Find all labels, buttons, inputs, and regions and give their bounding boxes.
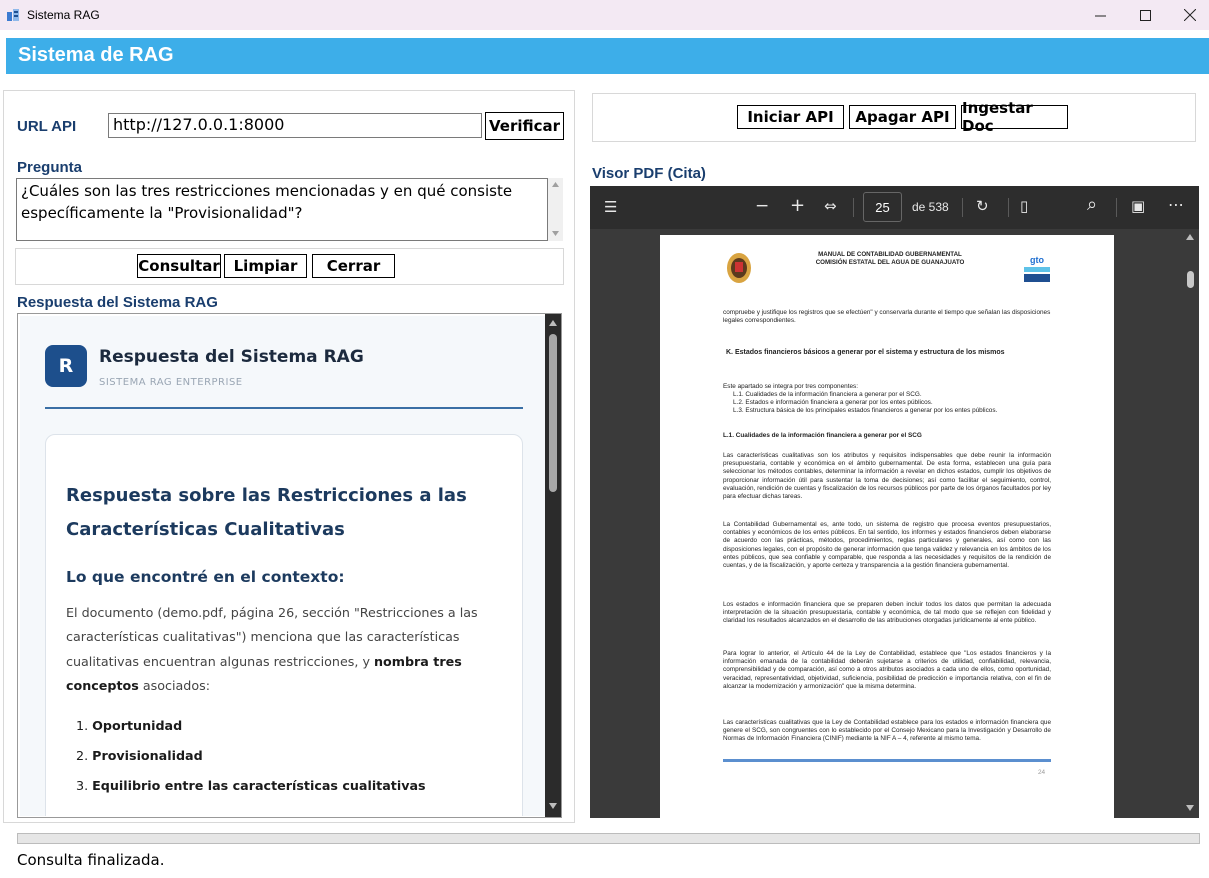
window-title: Sistema RAG <box>27 8 100 22</box>
pdf-paragraph: Los estados e información financiera que… <box>723 601 1051 625</box>
url-label: URL API <box>17 118 77 135</box>
list-item: 3. Equilibrio entre las características … <box>76 778 426 793</box>
pdf-page: MANUAL DE CONTABILIDAD GUBERNAMENTAL COM… <box>660 235 1114 820</box>
window-titlebar: Sistema RAG <box>0 0 1209 30</box>
response-viewer: R Respuesta del Sistema RAG SISTEMA RAG … <box>17 313 562 818</box>
page-number-input[interactable]: 25 <box>863 192 902 222</box>
pdf-paragraph: Las características cualitativas son los… <box>723 452 1051 501</box>
question-scrollbar[interactable] <box>548 178 563 241</box>
pdf-paragraph: La Contabilidad Gubernamental es, ante t… <box>723 521 1051 570</box>
zoom-in-icon[interactable]: + <box>790 195 805 216</box>
page-count: de 538 <box>912 200 949 214</box>
search-icon[interactable]: ⌕ <box>1087 194 1097 215</box>
pdf-scrollbar[interactable] <box>1182 229 1199 818</box>
close-icon <box>1184 9 1196 21</box>
close-window-button[interactable] <box>1167 0 1209 30</box>
minimize-icon <box>1094 15 1106 16</box>
start-api-button[interactable]: Iniciar API <box>737 105 844 129</box>
response-label: Respuesta del Sistema RAG <box>17 294 218 311</box>
answer-subheading: Lo que encontré en el contexto: <box>66 568 345 586</box>
stop-api-button[interactable]: Apagar API <box>849 105 956 129</box>
save-icon[interactable]: ▣ <box>1131 197 1145 215</box>
response-content: R Respuesta del Sistema RAG SISTEMA RAG … <box>20 316 545 816</box>
progress-bar <box>17 833 1200 844</box>
pdf-paragraph: Las características cualitativas que la … <box>723 719 1051 743</box>
pdf-section-heading: K. Estados financieros básicos a generar… <box>726 349 1005 356</box>
maximize-icon <box>1139 9 1151 21</box>
footer-rule <box>723 759 1051 762</box>
gto-logo: gto <box>1024 255 1050 289</box>
close-button[interactable]: Cerrar <box>312 254 395 278</box>
response-card: Respuesta sobre las Restricciones a las … <box>45 434 523 816</box>
pdf-scrollbar-thumb <box>1186 234 1194 811</box>
pdf-viewer: ☰ − + ⇔ 25 de 538 ↻ ▯ ⌕ ▣ ⋯ MANUAL DE CO… <box>590 186 1199 820</box>
list-item: 1. Oportunidad <box>76 718 183 733</box>
toolbar-divider <box>853 198 854 217</box>
toolbar-divider <box>1116 198 1117 217</box>
clear-button[interactable]: Limpiar <box>224 254 307 278</box>
pdf-paragraph: compruebe y justifique los registros que… <box>723 309 1051 325</box>
pdf-toolbar: ☰ − + ⇔ 25 de 538 ↻ ▯ ⌕ ▣ ⋯ <box>590 186 1199 229</box>
ingest-doc-button[interactable]: Ingestar Doc <box>961 99 1068 135</box>
toolbar-divider <box>962 198 963 217</box>
consult-button[interactable]: Consultar <box>137 254 221 278</box>
pdf-subheading: L.1. Cualidades de la información financ… <box>723 432 922 439</box>
scrollbar-thumb <box>549 320 557 809</box>
response-scrollbar[interactable] <box>545 314 561 817</box>
answer-heading: Respuesta sobre las Restricciones a las … <box>66 485 467 540</box>
question-input[interactable]: ¿Cuáles son las tres restricciones menci… <box>16 178 548 241</box>
divider <box>45 407 523 409</box>
answer-paragraph: El documento (demo.pdf, página 26, secci… <box>66 601 486 698</box>
response-subtitle: SISTEMA RAG ENTERPRISE <box>99 377 243 388</box>
app-header: Sistema de RAG <box>6 38 1209 74</box>
minimize-button[interactable] <box>1077 0 1123 30</box>
pdf-paragraph: Para lograr lo anterior, el Artículo 44 … <box>723 650 1051 690</box>
fit-page-icon[interactable]: ⇔ <box>824 197 837 215</box>
pdf-viewer-label: Visor PDF (Cita) <box>592 165 706 182</box>
response-title: Respuesta del Sistema RAG <box>99 347 364 367</box>
verify-button[interactable]: Verificar <box>485 112 564 140</box>
more-options-icon[interactable]: ⋯ <box>1168 195 1184 214</box>
doc-header: MANUAL DE CONTABILIDAD GUBERNAMENTAL COM… <box>815 251 965 266</box>
paragraph-end: asociados: <box>138 677 210 693</box>
avatar: R <box>45 345 87 387</box>
answer-list: 1. Oportunidad 2. Provisionalidad 3. Equ… <box>76 711 426 801</box>
menu-icon[interactable]: ☰ <box>604 198 617 216</box>
status-text: Consulta finalizada. <box>17 851 165 869</box>
scroll-arrows-icon <box>552 182 559 236</box>
zoom-out-icon[interactable]: − <box>755 196 769 216</box>
app-title: Sistema de RAG <box>18 44 174 66</box>
maximize-button[interactable] <box>1122 0 1168 30</box>
page-layout-icon[interactable]: ▯ <box>1020 197 1028 215</box>
pdf-intro: Este apartado se integra por tres compon… <box>723 383 858 390</box>
toolbar-divider <box>1008 198 1009 217</box>
question-label: Pregunta <box>17 159 83 176</box>
list-item: 2. Provisionalidad <box>76 748 203 763</box>
rotate-icon[interactable]: ↻ <box>976 197 989 215</box>
page-footer-number: 24 <box>1038 769 1046 776</box>
app-icon <box>7 9 19 21</box>
pdf-list: L.1. Cualidades de la información financ… <box>733 391 998 415</box>
url-input[interactable]: http://127.0.0.1:8000 <box>108 113 482 138</box>
emblem-logo <box>727 253 751 283</box>
